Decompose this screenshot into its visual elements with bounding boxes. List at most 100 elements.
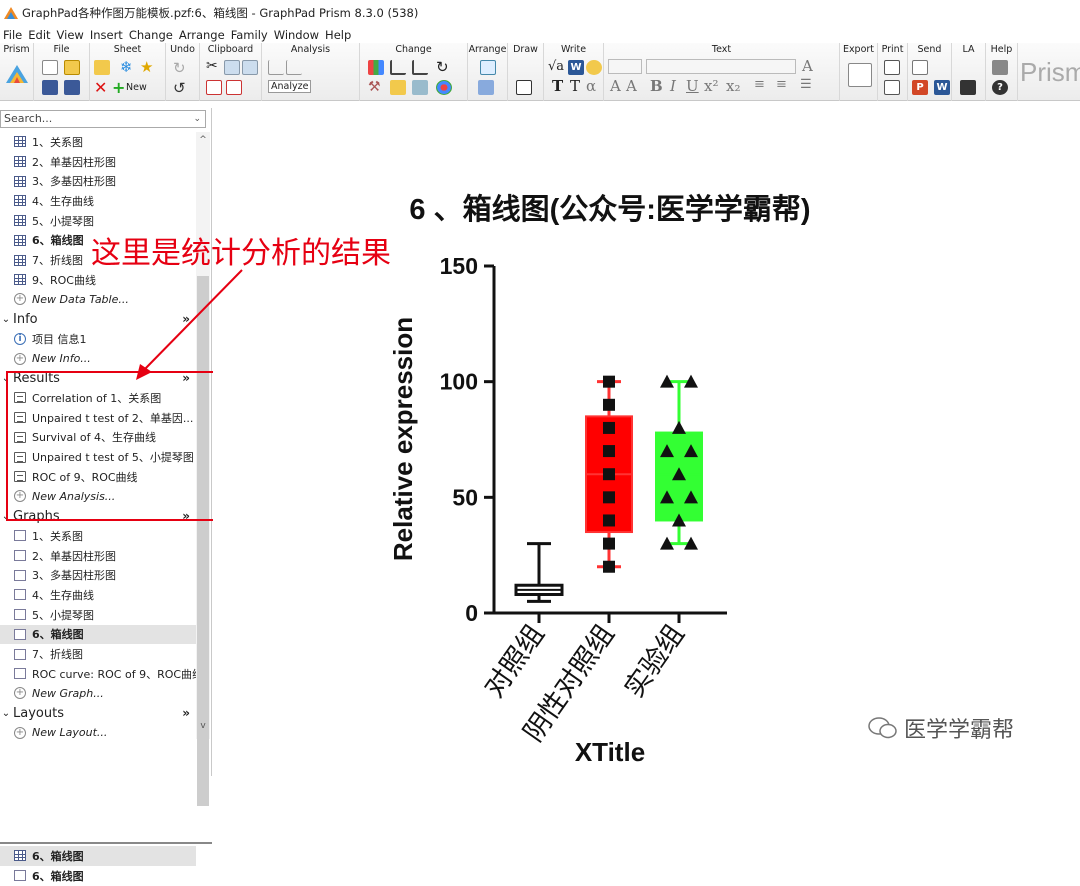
powerpoint-icon[interactable]: P bbox=[912, 80, 928, 95]
help-icon[interactable]: ? bbox=[992, 80, 1008, 95]
email-icon[interactable] bbox=[912, 60, 928, 75]
color-scheme-icon[interactable] bbox=[390, 80, 406, 95]
data-table-item[interactable]: 1、关系图 bbox=[0, 132, 196, 152]
menu-view[interactable]: View bbox=[54, 28, 87, 42]
align-left-icon[interactable]: ≡ bbox=[776, 77, 787, 92]
increase-font-icon[interactable]: A bbox=[610, 77, 621, 95]
copy-special-icon[interactable] bbox=[242, 60, 258, 75]
open-file-icon[interactable] bbox=[64, 60, 80, 75]
new-layout-link[interactable]: + New Layout... bbox=[0, 723, 196, 743]
menu-change[interactable]: Change bbox=[126, 28, 176, 42]
copy-icon[interactable] bbox=[224, 60, 240, 75]
prism-menu-icon[interactable] bbox=[4, 63, 30, 85]
redo-icon[interactable]: ↻ bbox=[173, 59, 186, 77]
menu-window[interactable]: Window bbox=[271, 28, 322, 42]
menu-arrange[interactable]: Arrange bbox=[176, 28, 228, 42]
font-color-icon[interactable]: A bbox=[802, 57, 813, 75]
new-button[interactable]: New bbox=[126, 82, 147, 93]
refresh-icon[interactable]: ↻ bbox=[436, 58, 449, 76]
analysis-chart-icon[interactable] bbox=[268, 60, 284, 75]
graph-item[interactable]: 1、关系图 bbox=[0, 526, 196, 546]
info-bulb-icon[interactable] bbox=[586, 60, 602, 75]
superscript-icon[interactable]: x² bbox=[704, 77, 718, 95]
data-table-item[interactable]: 4、生存曲线 bbox=[0, 191, 196, 211]
data-table-item[interactable]: 9、ROC曲线 bbox=[0, 270, 196, 290]
open-sheet-tab[interactable]: 6、箱线图 bbox=[0, 846, 196, 866]
print-preview-icon[interactable] bbox=[884, 80, 900, 95]
cut-icon[interactable]: ✂ bbox=[206, 58, 218, 74]
graph-item[interactable]: 4、生存曲线 bbox=[0, 585, 196, 605]
word-icon[interactable]: W bbox=[568, 60, 584, 75]
search-input[interactable]: Search... ⌄ bbox=[0, 110, 206, 128]
analysis-chart2-icon[interactable] bbox=[286, 60, 302, 75]
group-objects-icon[interactable] bbox=[478, 80, 494, 95]
data-table-item[interactable]: 2、单基因柱形图 bbox=[0, 152, 196, 172]
underline-icon[interactable]: U bbox=[686, 77, 699, 95]
palette-icon[interactable] bbox=[436, 80, 452, 95]
text-tool-icon[interactable]: T bbox=[552, 77, 563, 95]
snowflake-icon[interactable]: ❄ bbox=[120, 58, 133, 76]
print-icon[interactable] bbox=[884, 60, 900, 75]
license-icon[interactable] bbox=[960, 80, 976, 95]
graph-item[interactable]: 2、单基因柱形图 bbox=[0, 546, 196, 566]
font-size-select[interactable] bbox=[608, 59, 642, 74]
axis-icon[interactable] bbox=[390, 60, 406, 75]
draw-rectangle-icon[interactable] bbox=[516, 80, 532, 95]
star-icon[interactable]: ★ bbox=[140, 58, 153, 76]
graph-item[interactable]: 7、折线图 bbox=[0, 644, 196, 664]
section-info[interactable]: ⌄ Info » bbox=[0, 309, 196, 329]
bold-icon[interactable]: B bbox=[650, 77, 663, 95]
menu-file[interactable]: File bbox=[0, 28, 25, 42]
align-icon[interactable] bbox=[480, 60, 496, 75]
font-family-select[interactable] bbox=[646, 59, 796, 74]
new-graph-link[interactable]: + New Graph... bbox=[0, 684, 196, 704]
data-table-item[interactable]: 3、多基因柱形图 bbox=[0, 171, 196, 191]
menu-insert[interactable]: Insert bbox=[87, 28, 126, 42]
decrease-font-icon[interactable]: A bbox=[626, 77, 637, 95]
analyze-button[interactable]: Analyze bbox=[268, 80, 312, 93]
format-icon[interactable] bbox=[412, 80, 428, 95]
text-box-icon[interactable]: T bbox=[570, 77, 580, 95]
graph-item[interactable]: 3、多基因柱形图 bbox=[0, 565, 196, 585]
section-layouts[interactable]: ⌄ Layouts » bbox=[0, 703, 196, 723]
delete-icon[interactable]: ✕ bbox=[94, 78, 107, 97]
expand-section-icon[interactable]: » bbox=[182, 312, 190, 326]
new-file-icon[interactable] bbox=[42, 60, 58, 75]
open-sheet-tab[interactable]: 6、箱线图 bbox=[0, 866, 196, 886]
equation-icon[interactable]: √a bbox=[548, 59, 564, 74]
list-icon[interactable]: ☰ bbox=[800, 77, 812, 92]
save-icon[interactable] bbox=[42, 80, 58, 95]
add-icon[interactable]: + bbox=[112, 78, 125, 97]
new-info-link[interactable]: + New Info... bbox=[0, 349, 196, 369]
greek-symbol-icon[interactable]: α bbox=[586, 77, 596, 95]
menu-family[interactable]: Family bbox=[228, 28, 271, 42]
magic-wand-icon[interactable]: ⚒ bbox=[368, 79, 381, 95]
change-graph-type-icon[interactable] bbox=[368, 60, 384, 75]
collapse-chevron-icon[interactable]: ⌄ bbox=[0, 708, 12, 719]
new-data-table-link[interactable]: + New Data Table... bbox=[0, 290, 196, 310]
paste-special-icon[interactable] bbox=[226, 80, 242, 95]
chevron-down-icon[interactable]: ⌄ bbox=[193, 111, 201, 127]
expand-section-icon[interactable]: » bbox=[182, 706, 190, 720]
collapse-chevron-icon[interactable]: ⌄ bbox=[0, 314, 12, 325]
info-item[interactable]: i 项目 信息1 bbox=[0, 329, 196, 349]
scroll-up-icon[interactable]: ^ bbox=[197, 134, 209, 146]
scroll-down-icon[interactable]: v bbox=[197, 720, 209, 732]
graph-item[interactable]: 5、小提琴图 bbox=[0, 605, 196, 625]
paste-icon[interactable] bbox=[206, 80, 222, 95]
box-plot-chart[interactable]: 6 、箱线图(公众号:医学学霸帮) Relative expression XTit… bbox=[213, 101, 1080, 776]
help-book-icon[interactable] bbox=[992, 60, 1008, 75]
export-icon[interactable] bbox=[848, 63, 872, 87]
subscript-icon[interactable]: x₂ bbox=[726, 77, 740, 95]
menu-edit[interactable]: Edit bbox=[25, 28, 53, 42]
graph-item[interactable]: ROC curve: ROC of 9、ROC曲线 bbox=[0, 664, 196, 684]
align-center-icon[interactable]: ≡ bbox=[754, 77, 765, 92]
italic-icon[interactable]: I bbox=[670, 77, 676, 95]
undo-icon[interactable]: ↺ bbox=[173, 79, 186, 97]
graph-item[interactable]: 6、箱线图 bbox=[0, 624, 196, 645]
menu-help[interactable]: Help bbox=[322, 28, 354, 42]
highlight-icon[interactable] bbox=[94, 60, 110, 75]
save-as-icon[interactable] bbox=[64, 80, 80, 95]
axis-scale-icon[interactable] bbox=[412, 60, 428, 75]
send-word-icon[interactable]: W bbox=[934, 80, 950, 95]
